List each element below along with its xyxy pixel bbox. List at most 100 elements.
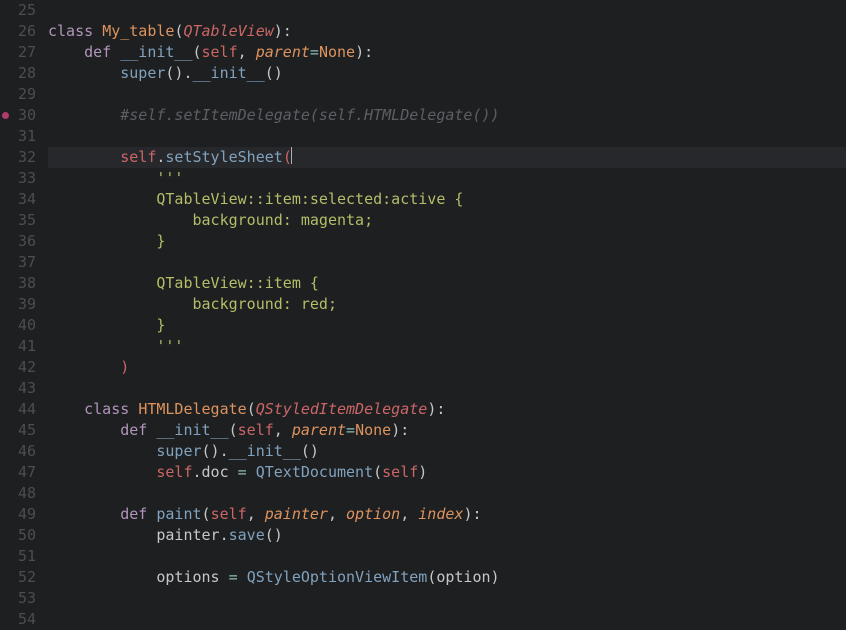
token-punc: . bbox=[193, 463, 202, 481]
line-number[interactable]: 28 bbox=[0, 63, 36, 84]
code-line[interactable]: self.setStyleSheet( bbox=[48, 147, 846, 168]
token-punc: ( bbox=[193, 43, 202, 61]
code-line[interactable]: def __init__(self, parent=None): bbox=[48, 42, 846, 63]
line-number[interactable]: 42 bbox=[0, 357, 36, 378]
code-line[interactable]: options = QStyleOptionViewItem(option) bbox=[48, 567, 846, 588]
code-line[interactable]: def paint(self, painter, option, index): bbox=[48, 504, 846, 525]
token-none: None bbox=[319, 43, 355, 61]
line-number[interactable]: 29 bbox=[0, 84, 36, 105]
token-txt bbox=[48, 106, 120, 124]
line-number[interactable]: 41 bbox=[0, 336, 36, 357]
code-line[interactable] bbox=[48, 546, 846, 567]
token-cls: HTMLDelegate bbox=[138, 400, 246, 418]
token-txt bbox=[48, 358, 120, 376]
code-line[interactable]: background: red; bbox=[48, 294, 846, 315]
code-line[interactable]: ''' bbox=[48, 168, 846, 189]
line-number[interactable]: 30 bbox=[0, 105, 36, 126]
token-self: self bbox=[211, 505, 247, 523]
code-line[interactable]: def __init__(self, parent=None): bbox=[48, 420, 846, 441]
token-txt bbox=[48, 442, 156, 460]
line-number[interactable]: 33 bbox=[0, 168, 36, 189]
line-number[interactable]: 27 bbox=[0, 42, 36, 63]
line-number[interactable]: 38 bbox=[0, 273, 36, 294]
code-line[interactable]: ) bbox=[48, 357, 846, 378]
token-punc: , bbox=[274, 421, 292, 439]
token-str: background: magenta; bbox=[48, 211, 373, 229]
token-punc: ( bbox=[373, 463, 382, 481]
breakpoint-icon[interactable] bbox=[2, 112, 9, 119]
code-line[interactable] bbox=[48, 0, 846, 21]
token-call: QStyleOptionViewItem bbox=[247, 568, 428, 586]
token-prmi: parent bbox=[256, 43, 310, 61]
token-kw: class bbox=[48, 22, 102, 40]
token-call: QTextDocument bbox=[256, 463, 373, 481]
code-area[interactable]: class My_table(QTableView): def __init__… bbox=[48, 0, 846, 613]
line-number[interactable]: 32 bbox=[0, 147, 36, 168]
line-number[interactable]: 31 bbox=[0, 126, 36, 147]
code-line[interactable]: super().__init__() bbox=[48, 441, 846, 462]
token-punc: (). bbox=[165, 64, 192, 82]
code-line[interactable]: painter.save() bbox=[48, 525, 846, 546]
line-number[interactable]: 34 bbox=[0, 189, 36, 210]
token-txt bbox=[238, 568, 247, 586]
token-punc: ): bbox=[463, 505, 481, 523]
line-number[interactable]: 39 bbox=[0, 294, 36, 315]
token-punc: ): bbox=[355, 43, 373, 61]
code-line[interactable]: class My_table(QTableView): bbox=[48, 21, 846, 42]
code-line[interactable] bbox=[48, 378, 846, 399]
code-line[interactable]: self.doc = QTextDocument(self) bbox=[48, 462, 846, 483]
token-txt bbox=[48, 400, 84, 418]
line-number[interactable]: 48 bbox=[0, 483, 36, 504]
code-line[interactable]: class HTMLDelegate(QStyledItemDelegate): bbox=[48, 399, 846, 420]
token-kw: def bbox=[84, 43, 120, 61]
token-fn: __init__ bbox=[120, 43, 192, 61]
code-line[interactable]: super().__init__() bbox=[48, 63, 846, 84]
code-line[interactable]: } bbox=[48, 315, 846, 336]
token-punc: ): bbox=[391, 421, 409, 439]
token-punc: (). bbox=[202, 442, 229, 460]
code-line[interactable] bbox=[48, 588, 846, 609]
line-number[interactable]: 35 bbox=[0, 210, 36, 231]
line-number[interactable]: 52 bbox=[0, 567, 36, 588]
token-fn: save bbox=[229, 526, 265, 544]
line-number[interactable]: 53 bbox=[0, 588, 36, 609]
line-number[interactable]: 50 bbox=[0, 525, 36, 546]
line-number[interactable]: 37 bbox=[0, 252, 36, 273]
line-number[interactable]: 54 bbox=[0, 609, 36, 630]
line-number-gutter[interactable]: 2526272829303132333435363738394041424344… bbox=[0, 0, 48, 613]
token-fn: paint bbox=[156, 505, 201, 523]
token-inh: QTableView bbox=[183, 22, 273, 40]
code-line[interactable] bbox=[48, 609, 846, 630]
token-sup: super bbox=[156, 442, 201, 460]
line-number[interactable]: 26 bbox=[0, 21, 36, 42]
token-op: = bbox=[310, 43, 319, 61]
token-inh: QStyledItemDelegate bbox=[256, 400, 428, 418]
token-txt bbox=[48, 169, 156, 187]
code-line[interactable]: background: magenta; bbox=[48, 210, 846, 231]
line-number[interactable]: 36 bbox=[0, 231, 36, 252]
line-number[interactable]: 43 bbox=[0, 378, 36, 399]
token-punc: () bbox=[301, 442, 319, 460]
line-number[interactable]: 25 bbox=[0, 0, 36, 21]
code-line[interactable]: #self.setItemDelegate(self.HTMLDelegate(… bbox=[48, 105, 846, 126]
code-line[interactable] bbox=[48, 483, 846, 504]
line-number[interactable]: 49 bbox=[0, 504, 36, 525]
token-prmi: painter bbox=[265, 505, 328, 523]
token-txt bbox=[48, 463, 156, 481]
line-number[interactable]: 40 bbox=[0, 315, 36, 336]
line-number[interactable]: 47 bbox=[0, 462, 36, 483]
token-sup: super bbox=[120, 64, 165, 82]
line-number[interactable]: 44 bbox=[0, 399, 36, 420]
code-line[interactable] bbox=[48, 252, 846, 273]
line-number[interactable]: 51 bbox=[0, 546, 36, 567]
code-line[interactable]: QTableView::item { bbox=[48, 273, 846, 294]
line-number[interactable]: 45 bbox=[0, 420, 36, 441]
code-line[interactable] bbox=[48, 84, 846, 105]
code-line[interactable]: ''' bbox=[48, 336, 846, 357]
token-punc: ): bbox=[427, 400, 445, 418]
code-editor[interactable]: 2526272829303132333435363738394041424344… bbox=[0, 0, 846, 613]
code-line[interactable]: } bbox=[48, 231, 846, 252]
code-line[interactable]: QTableView::item:selected:active { bbox=[48, 189, 846, 210]
line-number[interactable]: 46 bbox=[0, 441, 36, 462]
code-line[interactable] bbox=[48, 126, 846, 147]
